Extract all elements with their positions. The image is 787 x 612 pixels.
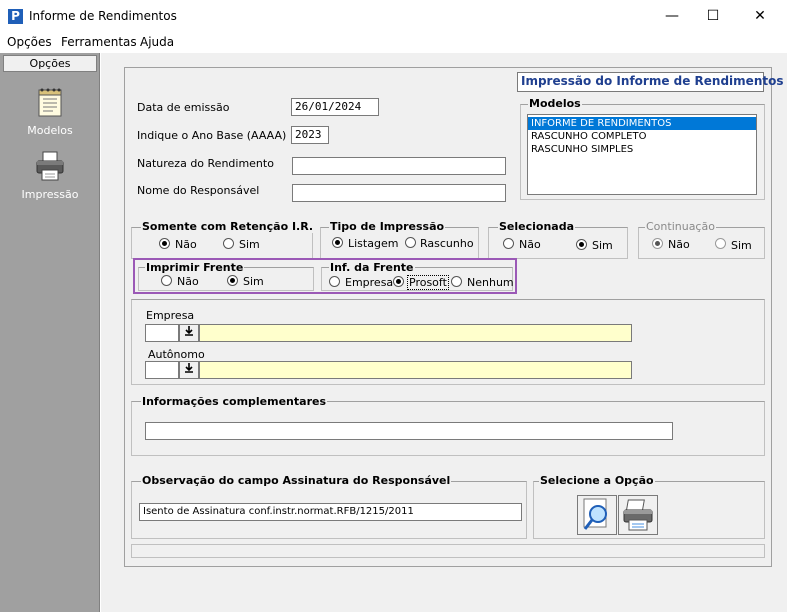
menu-opcoes[interactable]: Opções [7,35,52,49]
responsavel-input[interactable] [292,184,506,202]
arrow-down-icon [185,326,193,336]
window-title: Informe de Rendimentos [29,9,177,23]
inf-frente-title: Inf. da Frente [329,261,415,274]
empresa-name-field[interactable] [199,324,632,342]
label-ano-base: Indique o Ano Base (AAAA) [137,129,287,142]
label-responsavel: Nome do Responsável [137,184,260,197]
rascunho-label: Rascunho [420,237,474,250]
panel-header: Impressão do Informe de Rendimentos [521,74,784,88]
sidebar-item-modelos[interactable]: Modelos [0,124,100,137]
info-compl-input[interactable] [145,422,673,440]
empresa-field-label: Empresa [146,309,195,322]
selecionada-sim-radio[interactable] [576,239,587,250]
maximize-button[interactable]: ☐ [690,0,736,33]
autonomo-lookup-button[interactable] [179,361,199,379]
retencao-nao-radio[interactable] [159,238,170,249]
data-emissao-input[interactable]: 26/01/2024 [291,98,379,116]
selecionada-nao-radio[interactable] [503,238,514,249]
autonomo-field-label: Autônomo [148,348,205,361]
printer-icon [623,499,653,531]
app-icon: P [8,9,23,24]
continuacao-sim-radio[interactable] [715,238,726,249]
printer-icon[interactable] [34,150,66,182]
modelos-list[interactable]: INFORME DE RENDIMENTOS RASCUNHO COMPLETO… [527,114,757,195]
listagem-label: Listagem [348,237,399,250]
notebook-icon[interactable] [34,87,66,119]
label-natureza: Natureza do Rendimento [137,157,274,170]
continuacao-nao-label: Não [668,238,690,251]
info-compl-title: Informações complementares [141,395,328,408]
continuacao-title: Continuação [645,220,716,233]
close-button[interactable]: ✕ [737,0,783,33]
label-data-emissao: Data de emissão [137,101,230,114]
empresa-radio[interactable] [329,276,340,287]
menu-ajuda[interactable]: Ajuda [140,35,174,49]
selecionada-sim-label: Sim [592,239,613,252]
empresa-code-input[interactable] [145,324,179,342]
tipo-impressao-title: Tipo de Impressão [329,220,446,233]
continuacao-sim-label: Sim [731,239,752,252]
observacao-title: Observação do campo Assinatura do Respon… [141,474,452,487]
status-bar [131,544,765,558]
preview-button[interactable] [577,495,617,535]
ano-base-input[interactable]: 2023 [291,126,329,144]
imprimir-frente-sim-radio[interactable] [227,275,238,286]
modelos-title: Modelos [528,97,582,110]
selecione-title: Selecione a Opção [539,474,655,487]
retencao-sim-label: Sim [239,238,260,251]
imprimir-frente-title: Imprimir Frente [145,261,245,274]
list-item[interactable]: RASCUNHO COMPLETO [528,130,756,143]
selecionada-title: Selecionada [498,220,576,233]
prosoft-label: Prosoft [407,275,449,290]
list-item[interactable]: INFORME DE RENDIMENTOS [528,117,756,130]
nenhum-radio[interactable] [451,276,462,287]
minimize-button[interactable]: — [649,0,695,33]
sidebar-item-impressao[interactable]: Impressão [0,188,100,201]
retencao-sim-radio[interactable] [223,238,234,249]
list-item[interactable]: RASCUNHO SIMPLES [528,143,756,156]
menu-ferramentas[interactable]: Ferramentas [61,35,137,49]
retencao-nao-label: Não [175,238,197,251]
listagem-radio[interactable] [332,237,343,248]
print-button[interactable] [618,495,658,535]
arrow-down-icon [185,363,193,373]
natureza-input[interactable] [292,157,506,175]
autonomo-name-field[interactable] [199,361,632,379]
imprimir-frente-sim-label: Sim [243,275,264,288]
selecionada-nao-label: Não [519,238,541,251]
prosoft-radio[interactable] [393,276,404,287]
observacao-input[interactable]: Isento de Assinatura conf.instr.normat.R… [139,503,522,521]
rascunho-radio[interactable] [405,237,416,248]
imprimir-frente-nao-label: Não [177,275,199,288]
sidebar-header[interactable]: Opções [3,55,97,72]
retencao-title: Somente com Retenção I.R. [141,220,315,233]
continuacao-nao-radio[interactable] [652,238,663,249]
autonomo-code-input[interactable] [145,361,179,379]
nenhum-label: Nenhum [467,276,514,289]
empresa-label: Empresa [345,276,394,289]
imprimir-frente-nao-radio[interactable] [161,275,172,286]
magnifier-icon [583,498,607,530]
empresa-lookup-button[interactable] [179,324,199,342]
